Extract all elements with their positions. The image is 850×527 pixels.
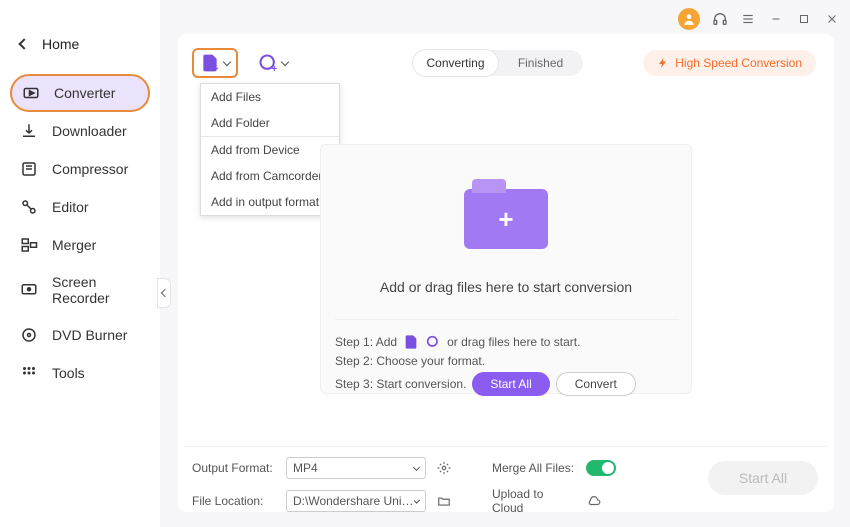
downloader-icon bbox=[20, 122, 38, 140]
output-format-label: Output Format: bbox=[192, 461, 276, 475]
nav-label: Merger bbox=[52, 237, 96, 253]
add-file-button[interactable]: + bbox=[192, 48, 238, 78]
start-all-button[interactable]: Start All bbox=[708, 461, 818, 495]
output-format-select[interactable]: MP4 bbox=[286, 457, 426, 479]
minimize-icon[interactable] bbox=[768, 11, 784, 27]
add-file-dropdown: Add Files Add Folder Add from Device Add… bbox=[200, 83, 340, 216]
merger-icon bbox=[20, 236, 38, 254]
file-location-select[interactable]: D:\Wondershare UniConverter 1 bbox=[286, 490, 426, 512]
sidebar-item-dvd-burner[interactable]: DVD Burner bbox=[0, 316, 160, 354]
dropdown-add-camcorder[interactable]: Add from Camcorder bbox=[201, 163, 339, 189]
editor-icon bbox=[20, 198, 38, 216]
maximize-icon[interactable] bbox=[796, 11, 812, 27]
merge-toggle[interactable] bbox=[586, 460, 616, 476]
folder-icon: + bbox=[464, 189, 548, 249]
compressor-icon bbox=[20, 160, 38, 178]
upload-cloud-label: Upload to Cloud bbox=[492, 487, 576, 515]
gear-icon[interactable] bbox=[436, 460, 452, 476]
sidebar-item-editor[interactable]: Editor bbox=[0, 188, 160, 226]
chevron-down-icon bbox=[281, 57, 289, 65]
nav-label: Downloader bbox=[52, 123, 127, 139]
sidebar: Home Converter Downloader Compressor Edi… bbox=[0, 0, 160, 527]
nav-label: Converter bbox=[54, 85, 115, 101]
add-url-icon bbox=[425, 334, 441, 350]
drop-text: Add or drag files here to start conversi… bbox=[380, 279, 632, 295]
convert-step-button[interactable]: Convert bbox=[556, 372, 636, 396]
add-url-icon: + bbox=[258, 53, 278, 73]
home-label: Home bbox=[42, 36, 79, 52]
hsc-label: High Speed Conversion bbox=[675, 56, 802, 70]
tools-icon bbox=[20, 364, 38, 382]
nav-label: DVD Burner bbox=[52, 327, 127, 343]
nav-label: Editor bbox=[52, 199, 89, 215]
recorder-icon bbox=[20, 281, 38, 299]
chevron-down-icon bbox=[223, 57, 231, 65]
nav-label: Tools bbox=[52, 365, 85, 381]
avatar[interactable] bbox=[678, 8, 700, 30]
dropdown-add-output-format[interactable]: Add in output format bbox=[201, 189, 339, 215]
high-speed-conversion[interactable]: High Speed Conversion bbox=[643, 50, 816, 76]
merge-label: Merge All Files: bbox=[492, 461, 576, 475]
dropdown-add-device[interactable]: Add from Device bbox=[201, 137, 339, 163]
file-location-value: D:\Wondershare UniConverter 1 bbox=[293, 494, 415, 508]
sidebar-item-screen-recorder[interactable]: Screen Recorder bbox=[0, 264, 160, 316]
file-location-label: File Location: bbox=[192, 494, 276, 508]
step3: Step 3: Start conversion. bbox=[335, 377, 466, 391]
drop-zone[interactable]: + Add or drag files here to start conver… bbox=[320, 144, 692, 394]
converter-icon bbox=[22, 84, 40, 102]
cloud-icon[interactable] bbox=[586, 493, 602, 509]
add-file-icon: + bbox=[200, 53, 220, 73]
tab-segment: Converting Finished bbox=[413, 50, 583, 76]
sidebar-item-downloader[interactable]: Downloader bbox=[0, 112, 160, 150]
close-icon[interactable] bbox=[824, 11, 840, 27]
footer: Output Format: MP4 Merge All Files: File… bbox=[184, 446, 828, 508]
sidebar-item-compressor[interactable]: Compressor bbox=[0, 150, 160, 188]
back-icon bbox=[18, 38, 29, 49]
svg-text:+: + bbox=[213, 64, 219, 73]
output-format-value: MP4 bbox=[293, 461, 318, 475]
nav-label: Compressor bbox=[52, 161, 128, 177]
svg-text:+: + bbox=[271, 64, 277, 73]
dvd-icon bbox=[20, 326, 38, 344]
home-row[interactable]: Home bbox=[0, 28, 160, 60]
sidebar-item-merger[interactable]: Merger bbox=[0, 226, 160, 264]
step2: Step 2: Choose your format. bbox=[335, 354, 485, 368]
lightning-icon bbox=[657, 57, 669, 69]
headset-icon[interactable] bbox=[712, 11, 728, 27]
tab-finished[interactable]: Finished bbox=[498, 50, 583, 76]
dropdown-add-folder[interactable]: Add Folder bbox=[201, 110, 339, 136]
chevron-down-icon bbox=[413, 463, 420, 470]
menu-icon[interactable] bbox=[740, 11, 756, 27]
dropdown-add-files[interactable]: Add Files bbox=[201, 84, 339, 110]
start-all-step-button[interactable]: Start All bbox=[472, 372, 549, 396]
sidebar-item-converter[interactable]: Converter bbox=[10, 74, 150, 112]
sidebar-item-tools[interactable]: Tools bbox=[0, 354, 160, 392]
folder-open-icon[interactable] bbox=[436, 493, 452, 509]
step1-prefix: Step 1: Add bbox=[335, 335, 397, 349]
step1-suffix: or drag files here to start. bbox=[447, 335, 580, 349]
tab-converting[interactable]: Converting bbox=[413, 50, 498, 76]
nav-label: Screen Recorder bbox=[52, 274, 140, 306]
add-url-button[interactable]: + bbox=[258, 53, 288, 73]
add-file-icon bbox=[403, 334, 419, 350]
collapse-sidebar-button[interactable] bbox=[157, 278, 171, 308]
main-panel: + + Add Files Add Folder Add from Device… bbox=[178, 34, 834, 512]
